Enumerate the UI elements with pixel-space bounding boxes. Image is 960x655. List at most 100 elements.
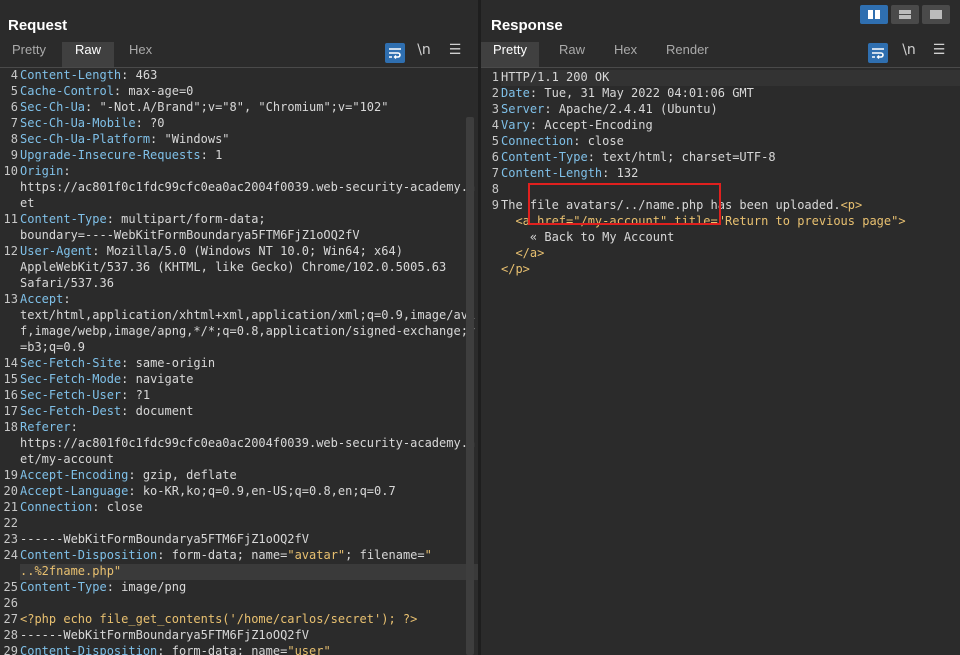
header-name: User-Agent [20, 244, 93, 258]
tab-raw[interactable]: Raw [62, 42, 114, 67]
code-line: Cache-Control: max-age=0 [20, 84, 478, 100]
line-text: « Back to My Account [501, 230, 675, 244]
side-by-side-layout-icon[interactable] [860, 5, 888, 24]
header-name: Content-Length [20, 68, 122, 82]
line-text: AppleWebKit/537.36 (KHTML, like Gecko) C… [20, 260, 447, 274]
code-line: f,image/webp,image/apng,*/*;q=0.8,applic… [20, 324, 478, 340]
code-line: Content-Length: 132 [501, 166, 960, 182]
code-line: Connection: close [20, 500, 478, 516]
line-number: 8 [491, 182, 499, 196]
line-number: 7 [491, 166, 499, 180]
newline-toggle[interactable]: \n [899, 42, 919, 64]
header-name: Sec-Fetch-User [20, 388, 122, 402]
colon: : [128, 468, 136, 482]
code-line: « Back to My Account [501, 230, 960, 246]
wrap-lines-icon[interactable] [868, 43, 888, 63]
line-text: f,image/webp,image/apng,*/*;q=0.8,applic… [20, 324, 476, 338]
tabbed-layout-icon[interactable] [922, 5, 950, 24]
header-name: Content-Type [501, 150, 588, 164]
line-number: 18 [3, 420, 18, 434]
request-scrollbar[interactable] [466, 117, 474, 655]
line-text: et [20, 196, 35, 210]
top-bottom-layout-icon[interactable] [891, 5, 919, 24]
code-line: Safari/537.36 [20, 276, 478, 292]
code-line: HTTP/1.1 200 OK [501, 70, 960, 86]
header-name: Accept [20, 292, 64, 306]
header-name: Cache-Control [20, 84, 114, 98]
tab-hex[interactable]: Hex [117, 42, 164, 67]
line-text: ------WebKitFormBoundarya5FTM6FjZ1oOQ2fV [20, 532, 309, 546]
response-title: Response [491, 17, 563, 34]
response-pane: Response Pretty Raw Hex Render \n ☰ 1 HTT… [481, 0, 960, 655]
line-text: HTTP/1.1 200 OK [501, 70, 610, 84]
code-line: Accept-Encoding: gzip, deflate [20, 468, 478, 484]
highlight-annotation-box [528, 183, 721, 225]
header-name: Sec-Ch-Ua-Platform [20, 132, 151, 146]
line-number: 6 [10, 100, 18, 114]
tab-pretty[interactable]: Pretty [481, 42, 539, 67]
code-line: Sec-Fetch-User: ?1 [20, 388, 478, 404]
line-number: 28 [3, 628, 18, 642]
line-text: "-Not.A/Brand";v="8", "Chromium";v="102" [92, 100, 389, 114]
line-text: close [99, 500, 143, 514]
tab-hex[interactable]: Hex [602, 42, 649, 67]
line-number: 25 [3, 580, 18, 594]
line-number: 17 [3, 404, 18, 418]
line-number: 4 [491, 118, 499, 132]
header-name: Sec-Fetch-Dest [20, 404, 122, 418]
line-text: 132 [609, 166, 639, 180]
header-name: Date [501, 86, 530, 100]
line-number: 3 [491, 102, 499, 116]
line-text: navigate [128, 372, 194, 386]
line-number: 12 [3, 244, 18, 258]
code-line: Content-Disposition: form-data; name="av… [20, 548, 478, 564]
code-line: Accept: [20, 292, 478, 308]
menu-icon[interactable]: ☰ [446, 42, 464, 64]
line-number: 13 [3, 292, 18, 306]
line-number: 8 [10, 132, 18, 146]
line-text: same-origin [128, 356, 216, 370]
request-title: Request [8, 17, 68, 34]
menu-icon[interactable]: ☰ [930, 42, 948, 64]
line-number: 19 [3, 468, 18, 482]
line-text: ko-KR,ko;q=0.9,en-US;q=0.8,en;q=0.7 [135, 484, 396, 498]
line-text: form-data; name= [164, 548, 288, 562]
tab-render[interactable]: Render [654, 42, 721, 67]
line-text: multipart/form-data; [113, 212, 266, 226]
tab-pretty[interactable]: Pretty [0, 42, 58, 67]
response-tabs: Pretty Raw Hex Render [481, 42, 960, 68]
tab-raw[interactable]: Raw [547, 42, 597, 67]
response-editor[interactable]: 1 HTTP/1.1 200 OK 2 Date: Tue, 31 May 2022 … [481, 68, 960, 655]
code-line: </p> [501, 262, 960, 278]
wrap-lines-icon[interactable] [385, 43, 405, 63]
header-name: Sec-Fetch-Mode [20, 372, 122, 386]
code-line: ------WebKitFormBoundarya5FTM6FjZ1oOQ2fV [20, 532, 478, 548]
header-name: Content-Type [20, 212, 107, 226]
code-line: Sec-Fetch-Mode: navigate [20, 372, 478, 388]
line-text: max-age=0 [121, 84, 194, 98]
line-number: 27 [3, 612, 18, 626]
code-line: ------WebKitFormBoundarya5FTM6FjZ1oOQ2fV [20, 628, 478, 644]
code-line: ..%2fname.php" [20, 564, 478, 580]
line-text: https://ac801f0c1fdc99cfc0ea0ac2004f0039… [20, 180, 476, 194]
request-editor[interactable]: 4 Content-Length: 463 5 Cache-Control: max-… [0, 68, 478, 655]
line-text: Apache/2.4.41 (Ubuntu) [551, 102, 718, 116]
line-text: document [128, 404, 194, 418]
line-number: 5 [10, 84, 18, 98]
colon: : [157, 548, 165, 562]
request-tabs: Pretty Raw Hex [0, 42, 478, 68]
header-name: Upgrade-Insecure-Requests [20, 148, 201, 162]
line-number: 26 [3, 596, 18, 610]
line-number: 21 [3, 500, 18, 514]
code-line: Connection: close [501, 134, 960, 150]
line-text: "Windows" [157, 132, 230, 146]
newline-toggle[interactable]: \n [414, 42, 434, 64]
line-number: 20 [3, 484, 18, 498]
header-name: Vary [501, 118, 530, 132]
string-token: "user" [287, 644, 331, 655]
line-text: et/my-account [20, 452, 114, 466]
header-name: Sec-Fetch-Site [20, 356, 122, 370]
colon: : [200, 148, 208, 162]
line-number: 22 [3, 516, 18, 530]
line-number: 1 [491, 70, 499, 84]
